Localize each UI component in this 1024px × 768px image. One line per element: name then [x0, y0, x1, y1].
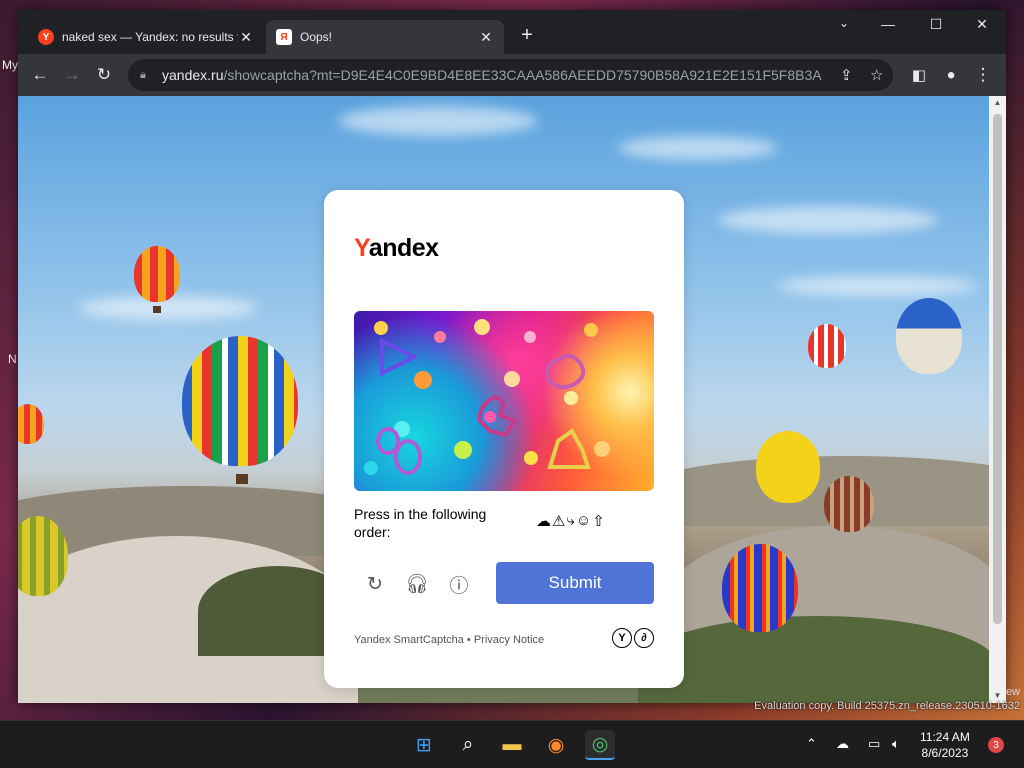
balloon-image: [756, 431, 820, 503]
leaf-icon: [376, 427, 422, 475]
balloon-image: [182, 336, 298, 466]
close-tab-icon[interactable]: ✕: [478, 29, 494, 46]
close-window-button[interactable]: ✕: [964, 16, 1000, 33]
captcha-image[interactable]: [354, 311, 654, 491]
captcha-order-icons: ☁ ⚠ ⤷ ☺ ⇧: [536, 512, 605, 530]
side-panel-icon[interactable]: ◧: [906, 66, 932, 84]
forward-button[interactable]: →: [59, 65, 85, 85]
cloud-icon: ☁: [536, 513, 551, 530]
captcha-card: Yandex Press in the following order: ☁ ⚠…: [324, 190, 684, 688]
tab-strip: Y naked sex — Yandex: no results f ✕ Я O…: [18, 10, 1006, 54]
smartcaptcha-link[interactable]: Yandex SmartCaptcha: [354, 634, 464, 646]
info-icon[interactable]: ⓘ: [446, 571, 472, 597]
arrow-up-icon: [380, 337, 419, 377]
yandex-y-icon: Y: [612, 628, 632, 648]
arrow-up-icon: ⇧: [592, 513, 605, 530]
scroll-up-icon[interactable]: ▲: [989, 96, 1006, 110]
browser-window: Y naked sex — Yandex: no results f ✕ Я O…: [18, 10, 1006, 703]
tab-oops[interactable]: Я Oops! ✕: [266, 20, 504, 54]
page-scrollbar[interactable]: ▲ ▼: [989, 96, 1006, 703]
yandex-favicon-icon: Я: [276, 29, 292, 45]
bookmark-star-icon[interactable]: ☆: [870, 66, 883, 84]
notification-badge[interactable]: 3: [988, 737, 1004, 753]
balloon-image: [134, 246, 180, 302]
person-icon: ☺: [575, 512, 592, 529]
taskbar: ⊞ ⌕ ▬ ◉ ◎ ⌃ ☁ ▭ 🔈︎ 11:24 AM 8/6/2023 3: [0, 720, 1024, 768]
headphones-icon[interactable]: 🎧︎: [404, 571, 430, 597]
tab-search-results[interactable]: Y naked sex — Yandex: no results f ✕: [28, 20, 264, 54]
search-icon[interactable]: ⌕: [453, 730, 483, 760]
scroll-thumb[interactable]: [993, 114, 1002, 624]
tab-title: naked sex — Yandex: no results f: [62, 30, 238, 44]
clock[interactable]: 11:24 AM 8/6/2023: [920, 729, 970, 761]
balloon-image: [896, 298, 962, 374]
captcha-footer: Yandex SmartCaptcha • Privacy Notice: [354, 634, 544, 646]
network-icon[interactable]: ▭: [868, 736, 880, 752]
watermark-partial: ew: [1005, 686, 1020, 698]
balloon-image: [808, 324, 846, 368]
chrome-icon[interactable]: ◎: [585, 730, 615, 760]
page-background: Yandex Press in the following order: ☁ ⚠…: [18, 96, 989, 703]
clock-time: 11:24 AM: [920, 730, 970, 744]
balloon-image: [722, 544, 798, 632]
profile-icon[interactable]: ●: [938, 67, 964, 84]
desktop-icon-label[interactable]: My: [2, 58, 18, 72]
menu-kebab-icon[interactable]: ⋮: [970, 65, 996, 85]
windows-start-icon[interactable]: ⊞: [409, 730, 439, 760]
tab-title: Oops!: [300, 30, 333, 44]
back-button[interactable]: ←: [27, 65, 53, 85]
captcha-instruction: Press in the following order:: [354, 506, 487, 540]
leaf-icon: ⤷: [566, 512, 575, 529]
share-icon[interactable]: ⇪: [840, 66, 853, 84]
yandex-logo: Yandex: [354, 234, 439, 262]
yandex-badges: Y ∂: [612, 628, 654, 648]
close-tab-icon[interactable]: ✕: [238, 29, 254, 46]
warning-triangle-icon: [547, 428, 591, 469]
browser-toolbar: ← → ↻ 🔒︎ yandex.ru/showcaptcha?mt=D9E4E4…: [18, 54, 1006, 96]
evaluation-watermark: Evaluation copy. Build 25375.zn_release.…: [754, 700, 1020, 712]
tab-search-chevron-icon[interactable]: ⌄: [826, 16, 862, 30]
refresh-icon[interactable]: ↻: [362, 571, 388, 597]
chevron-up-icon[interactable]: ⌃: [806, 736, 817, 752]
firefox-icon[interactable]: ◉: [541, 730, 571, 760]
submit-button[interactable]: Submit: [496, 562, 654, 604]
warning-triangle-icon: ⚠: [552, 513, 566, 530]
volume-icon[interactable]: 🔈︎: [892, 736, 900, 752]
footer-separator: •: [466, 634, 471, 646]
cloud-icon: [545, 353, 586, 390]
new-tab-button[interactable]: +: [516, 24, 538, 47]
url-path: /showcaptcha?mt=D9E4E4C0E9BD4E8EE33CAAA5…: [223, 67, 822, 83]
file-explorer-icon[interactable]: ▬: [497, 730, 527, 760]
url-host: yandex.ru: [162, 67, 224, 83]
person-icon: [477, 394, 517, 438]
desktop-icon-label[interactable]: N: [8, 352, 17, 366]
address-bar[interactable]: 🔒︎ yandex.ru/showcaptcha?mt=D9E4E4C0E9BD…: [128, 59, 893, 91]
leaf-logo-icon: ∂: [634, 628, 654, 648]
onedrive-icon[interactable]: ☁: [836, 736, 849, 752]
minimize-button[interactable]: —: [870, 16, 906, 32]
balloon-image: [824, 476, 874, 532]
yandex-favicon-icon: Y: [38, 29, 54, 45]
clock-date: 8/6/2023: [921, 746, 969, 760]
reload-button[interactable]: ↻: [91, 65, 117, 85]
maximize-button[interactable]: ☐: [918, 16, 954, 33]
balloon-image: [18, 404, 44, 444]
lock-icon[interactable]: 🔒︎: [140, 69, 152, 82]
privacy-notice-link[interactable]: Privacy Notice: [474, 634, 544, 646]
